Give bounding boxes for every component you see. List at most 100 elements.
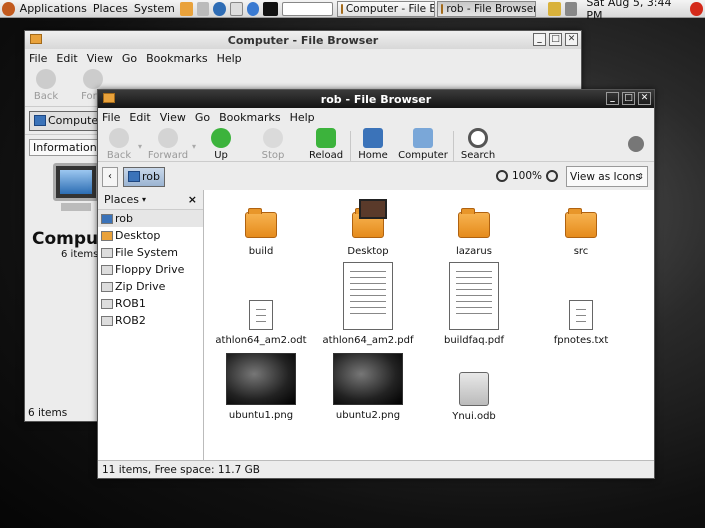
volume-icon[interactable]: [564, 1, 578, 16]
menu-edit[interactable]: Edit: [129, 111, 150, 124]
file-item-ubuntu1-png[interactable]: ubuntu1.png: [216, 353, 306, 421]
file-item-ynui-odb[interactable]: Ynui.odb: [429, 372, 519, 422]
file-item-fpnotes-txt[interactable]: fpnotes.txt: [536, 300, 626, 346]
system-menu[interactable]: System: [131, 2, 178, 15]
applications-menu[interactable]: Applications: [17, 2, 90, 15]
taskbar-item-rob[interactable]: rob - File Browser: [437, 0, 536, 17]
content-area: Places ▾ × rob Desktop File System Floppy …: [98, 190, 654, 460]
forward-button[interactable]: Forward: [148, 128, 188, 161]
title-bar[interactable]: Computer - File Browser _ □ ✕: [25, 31, 581, 49]
file-item-athlon64-odt[interactable]: athlon64_am2.odt: [215, 300, 307, 346]
file-item-athlon64-pdf[interactable]: athlon64_am2.pdf: [323, 262, 414, 346]
home-button[interactable]: Home: [357, 128, 389, 161]
menu-view[interactable]: View: [160, 111, 186, 124]
minimize-button[interactable]: _: [533, 33, 546, 46]
title-bar[interactable]: rob - File Browser _ □ ✕: [98, 90, 654, 108]
sidebar-item-rob2[interactable]: ROB2: [98, 312, 203, 329]
text-line-icon: [456, 301, 492, 302]
pdf-thumbnail-icon: [343, 262, 393, 330]
sidebar-item-rob1[interactable]: ROB1: [98, 295, 203, 312]
file-item-desktop[interactable]: Desktop: [323, 199, 413, 257]
computer-large-icon: [53, 163, 99, 215]
computer-big-label: Comput: [32, 229, 107, 249]
maximize-button[interactable]: □: [622, 92, 635, 105]
computer-icon: [34, 115, 46, 126]
network-status-icon[interactable]: [547, 1, 561, 16]
back-button[interactable]: Back: [31, 69, 61, 102]
reload-button[interactable]: Reload: [308, 128, 344, 161]
chevron-down-icon[interactable]: ▾: [142, 195, 146, 204]
sidebar-item-file-system[interactable]: File System: [98, 244, 203, 261]
sidebar-header: Places ▾ ×: [98, 190, 203, 210]
location-button[interactable]: Compute: [29, 110, 104, 131]
workspace-switcher-icon[interactable]: [281, 1, 333, 16]
file-item-lazarus[interactable]: lazarus: [429, 208, 519, 257]
back-history-dropdown[interactable]: ▾: [138, 142, 142, 151]
text-line-icon: [576, 315, 586, 316]
forward-history-dropdown[interactable]: ▾: [192, 142, 196, 151]
text-line-icon: [576, 309, 586, 310]
menu-go[interactable]: Go: [195, 111, 210, 124]
odt-document-icon: [249, 300, 273, 330]
web-browser-icon[interactable]: [213, 1, 226, 16]
zoom-level[interactable]: 100%: [512, 170, 542, 182]
power-icon[interactable]: [690, 1, 703, 16]
view-mode-select[interactable]: View as Icons ⇕: [566, 166, 648, 187]
maximize-button[interactable]: □: [549, 33, 562, 46]
rob-file-browser-window[interactable]: rob - File Browser _ □ ✕ File Edit View Go…: [97, 89, 655, 479]
zip-drive-icon: [101, 281, 113, 292]
menu-help[interactable]: Help: [290, 111, 315, 124]
forward-arrow-icon: [83, 69, 103, 89]
menu-help[interactable]: Help: [217, 52, 242, 65]
file-item-build[interactable]: build: [216, 208, 306, 257]
stop-button[interactable]: Stop: [258, 128, 288, 161]
close-button[interactable]: ✕: [565, 33, 578, 46]
menu-bar: File Edit View Go Bookmarks Help: [98, 108, 654, 126]
close-sidebar-icon[interactable]: ×: [188, 193, 197, 206]
places-menu[interactable]: Places: [90, 2, 131, 15]
mail-icon[interactable]: [229, 1, 243, 16]
close-button[interactable]: ✕: [638, 92, 651, 105]
menu-bookmarks[interactable]: Bookmarks: [146, 52, 207, 65]
menu-file[interactable]: File: [102, 111, 120, 124]
menu-bookmarks[interactable]: Bookmarks: [219, 111, 280, 124]
search-button[interactable]: Search: [460, 128, 496, 161]
ubuntu-logo-icon[interactable]: [2, 1, 15, 16]
menu-file[interactable]: File: [29, 52, 47, 65]
zoom-out-icon[interactable]: [495, 170, 508, 182]
zoom-in-icon[interactable]: [546, 170, 558, 182]
clock[interactable]: Sat Aug 5, 3:44 PM: [583, 0, 684, 22]
up-button[interactable]: Up: [206, 128, 236, 161]
file-item-src[interactable]: src: [536, 208, 626, 257]
text-line-icon: [456, 295, 492, 296]
breadcrumb-rob[interactable]: rob: [123, 166, 165, 187]
text-line-icon: [350, 313, 386, 314]
sidebar-item-floppy-drive[interactable]: Floppy Drive: [98, 261, 203, 278]
help-icon[interactable]: [246, 1, 260, 16]
minimize-button[interactable]: _: [606, 92, 619, 105]
taskbar-item-computer[interactable]: Computer - File B: [336, 0, 436, 17]
computer-button[interactable]: Computer: [398, 128, 448, 161]
file-item-buildfaq-pdf[interactable]: buildfaq.pdf: [429, 262, 519, 346]
folder-icon: [458, 208, 490, 238]
back-button[interactable]: Back: [104, 128, 134, 161]
sidebar-item-desktop[interactable]: Desktop: [98, 227, 203, 244]
file-item-ubuntu2-png[interactable]: ubuntu2.png: [323, 353, 413, 421]
file-name: Desktop: [347, 246, 389, 257]
sidebar-item-rob[interactable]: rob: [98, 210, 203, 227]
places-header-label[interactable]: Places: [104, 193, 139, 206]
trash-icon[interactable]: [196, 1, 210, 16]
breadcrumb-scroll-left-button[interactable]: ‹: [102, 166, 118, 187]
menu-go[interactable]: Go: [122, 52, 137, 65]
text-line-icon: [350, 295, 386, 296]
home-folder-launcher-icon[interactable]: [179, 1, 193, 16]
menu-edit[interactable]: Edit: [56, 52, 77, 65]
home-icon: [128, 171, 140, 182]
terminal-icon[interactable]: [263, 1, 278, 16]
home-icon: [101, 213, 113, 224]
menu-view[interactable]: View: [87, 52, 113, 65]
activity-spinner-icon: [628, 136, 644, 152]
sidebar-item-zip-drive[interactable]: Zip Drive: [98, 278, 203, 295]
sidebar-pane-select[interactable]: Information: [29, 138, 99, 156]
icon-view[interactable]: build Desktop lazarus src athlon64_am2.o…: [204, 190, 654, 460]
